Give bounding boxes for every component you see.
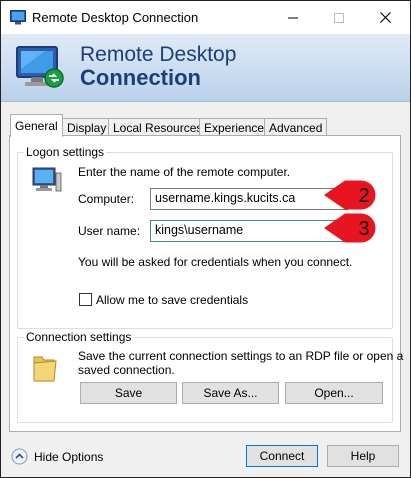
remote-desktop-window: Remote Desktop Connection Remote Desktop… [0,0,411,478]
maximize-button[interactable] [316,1,362,34]
hide-options-label[interactable]: Hide Options [34,450,103,464]
annotation-number-3: 3 [358,218,369,240]
annotation-badge-3: 3 [324,213,376,243]
logon-settings-label: Logon settings [24,145,107,159]
minimize-icon [288,17,298,18]
save-credentials-checkbox[interactable] [79,293,92,306]
computer-icon [32,167,62,192]
tab-local-resources[interactable]: Local Resources [108,118,208,136]
save-as-button[interactable]: Save As... [182,382,279,404]
logon-instruction: Enter the name of the remote computer. [78,165,291,179]
tab-general[interactable]: General [10,114,63,137]
credentials-note: You will be asked for credentials when y… [78,255,353,269]
banner-title-line1: Remote Desktop [80,43,237,66]
username-input[interactable]: kings\username [150,220,348,242]
connection-settings-label: Connection settings [24,330,134,344]
remote-desktop-monitor-icon [16,46,64,88]
connection-description-line1: Save the current connection settings to … [78,349,404,363]
connection-description-line2: saved connection. [78,363,175,377]
tab-display[interactable]: Display [62,118,112,136]
minimize-button[interactable] [270,1,316,34]
help-button[interactable]: Help [327,445,399,467]
connect-button[interactable]: Connect [246,445,318,467]
folder-icon [33,356,57,382]
tab-advanced[interactable]: Advanced [264,118,328,136]
maximize-icon [334,12,344,23]
save-button[interactable]: Save [80,382,177,404]
remote-desktop-app-icon [10,10,26,25]
tab-experience[interactable]: Experience [199,118,270,136]
chevron-up-icon [11,448,28,465]
annotation-number-2: 2 [358,185,369,207]
computer-input[interactable]: username.kings.kucits.ca [150,188,348,210]
close-button[interactable] [362,1,408,34]
header-banner: Remote Desktop Connection [1,34,410,102]
title-bar: Remote Desktop Connection [1,1,410,34]
hide-options-toggle[interactable] [11,448,28,465]
annotation-badge-2: 2 [324,180,376,210]
open-button[interactable]: Open... [285,382,383,404]
computer-label: Computer: [78,192,135,206]
close-icon [379,12,391,23]
window-title: Remote Desktop Connection [32,10,199,25]
banner-title-line2: Connection [80,65,201,90]
username-label: User name: [78,224,141,238]
save-credentials-label[interactable]: Allow me to save credentials [96,293,248,307]
